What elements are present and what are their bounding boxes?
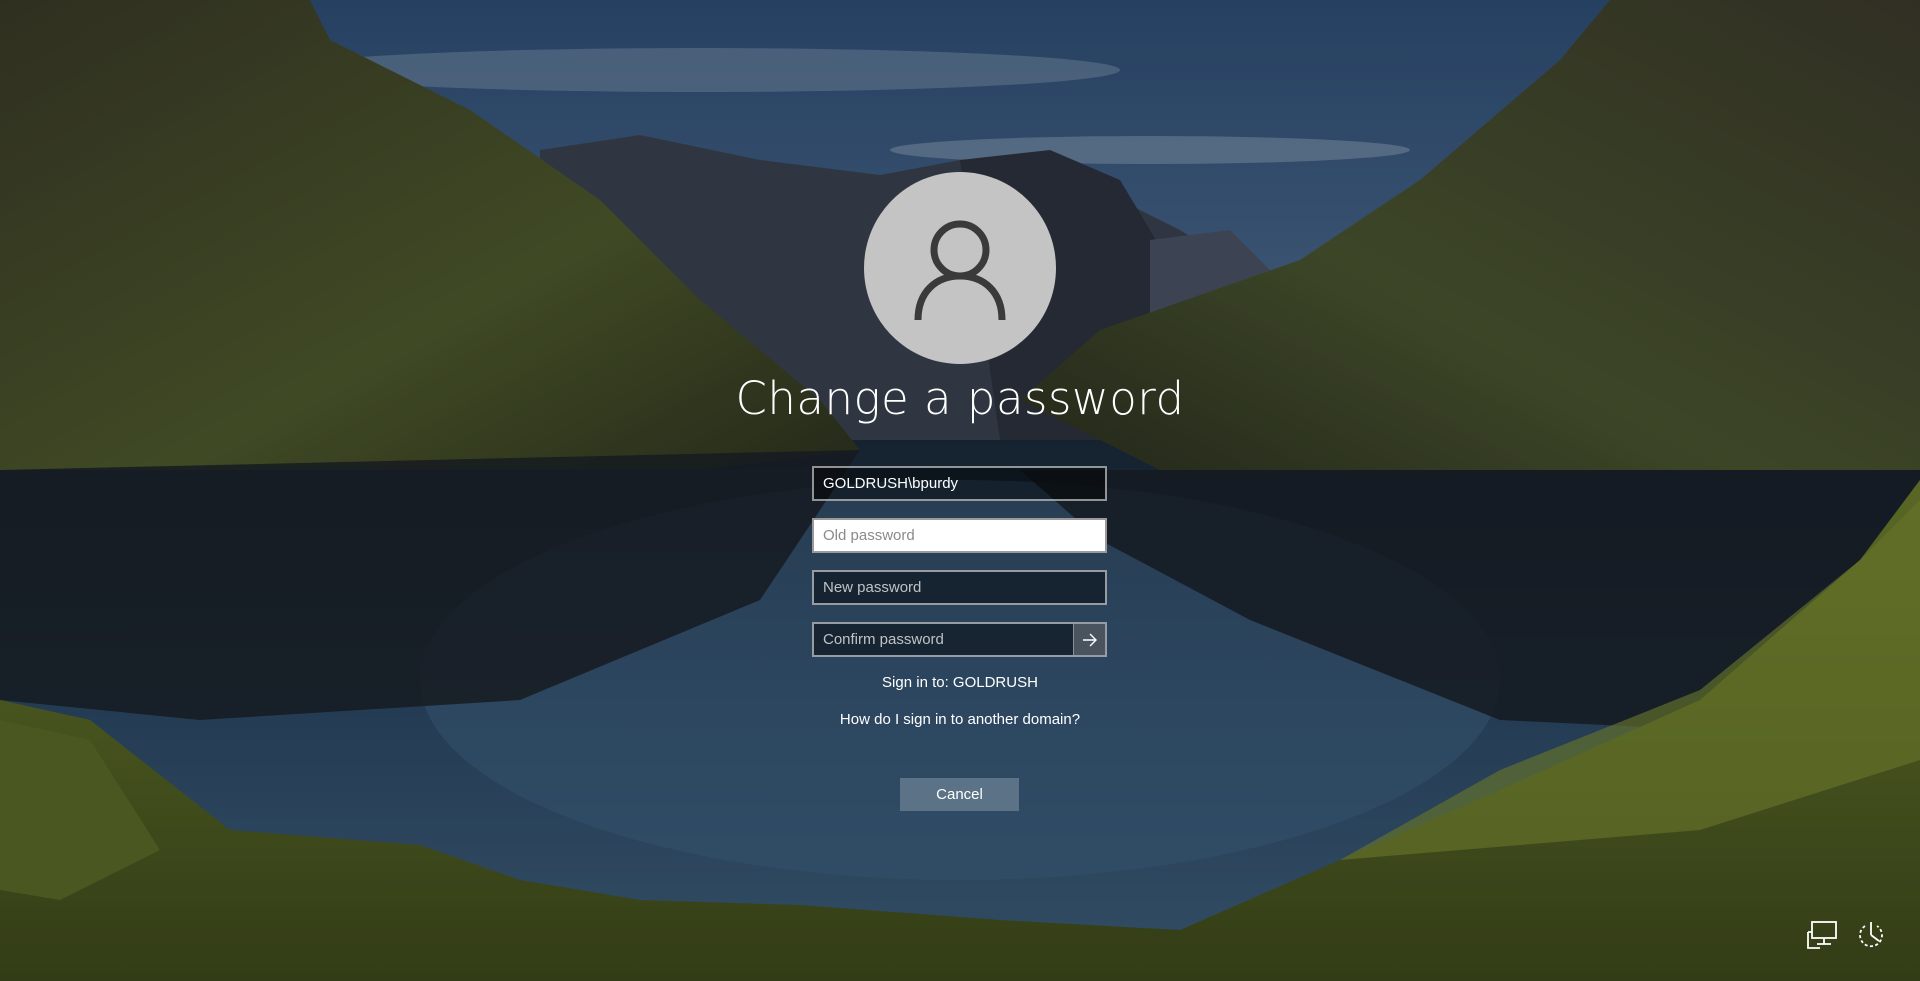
username-field[interactable]: GOLDRUSH\bpurdy: [812, 466, 1107, 501]
network-icon: [1807, 921, 1837, 949]
new-password-input[interactable]: New password: [812, 570, 1107, 605]
old-password-input[interactable]: Old password: [812, 518, 1107, 553]
power-button[interactable]: [1854, 918, 1888, 952]
user-avatar: [864, 172, 1056, 364]
sign-in-domain-text: Sign in to: GOLDRUSH: [882, 674, 1038, 691]
old-password-placeholder: Old password: [823, 527, 915, 544]
new-password-placeholder: New password: [823, 579, 922, 596]
cancel-button-label: Cancel: [936, 786, 983, 803]
username-value: GOLDRUSH\bpurdy: [823, 475, 959, 492]
arrow-right-icon: [1082, 633, 1097, 646]
power-icon: [1859, 922, 1883, 948]
submit-button[interactable]: [1073, 624, 1105, 655]
confirm-password-input[interactable]: Confirm password: [812, 622, 1107, 657]
network-button[interactable]: [1806, 918, 1840, 952]
other-domain-link[interactable]: How do I sign in to another domain?: [760, 711, 1160, 728]
confirm-password-placeholder: Confirm password: [823, 631, 944, 648]
lock-screen: Change a password GOLDRUSH\bpurdy Old pa…: [0, 0, 1920, 981]
user-silhouette-icon: [914, 220, 1006, 320]
cancel-button[interactable]: Cancel: [900, 778, 1019, 811]
page-title: Change a password: [735, 372, 1185, 425]
